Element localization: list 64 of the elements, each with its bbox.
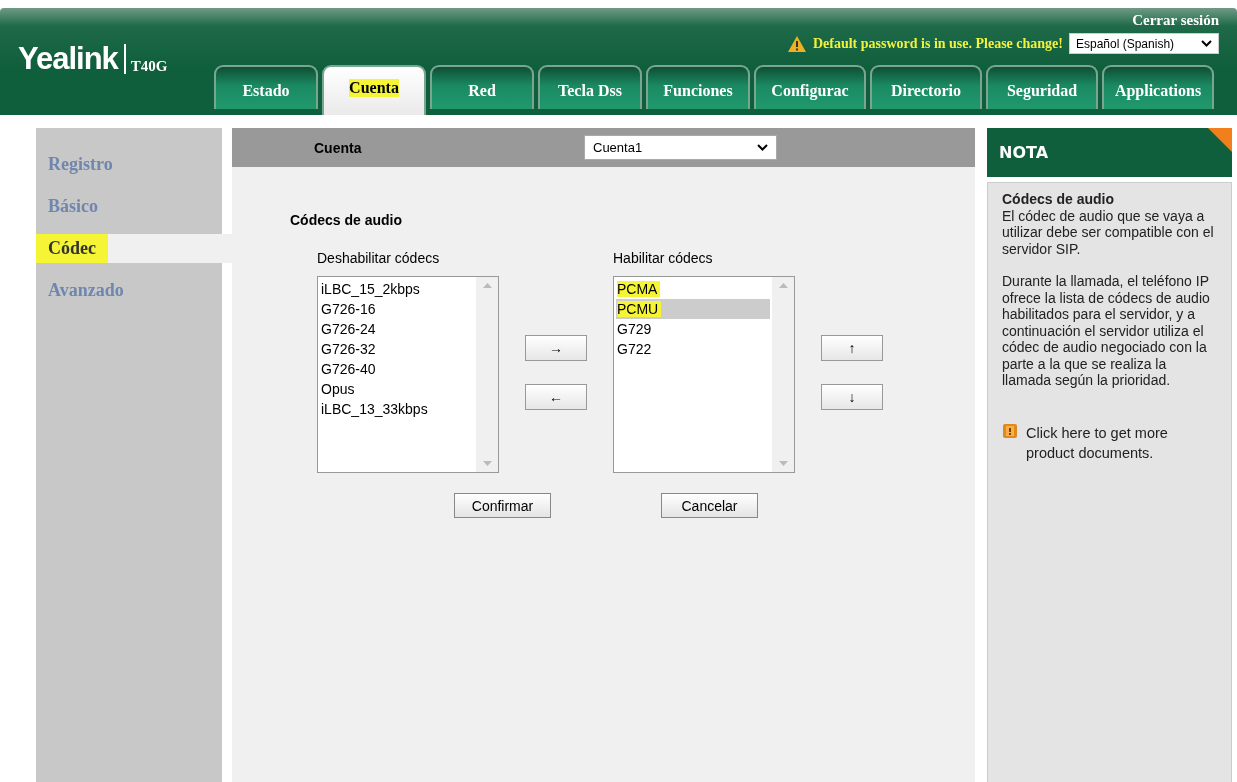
list-option[interactable]: G722 (616, 339, 770, 359)
nav-tab[interactable]: Cuenta (322, 65, 426, 115)
note-heading: Códecs de audio (1002, 191, 1116, 208)
account-select[interactable]: Cuenta1 (584, 135, 777, 160)
list-option[interactable]: iLBC_15_2kbps (320, 279, 474, 299)
nav-tab[interactable]: Configurac (754, 65, 866, 109)
documents-link[interactable]: Click here to get more product documents. (1026, 422, 1217, 463)
nav-tab[interactable]: Estado (214, 65, 318, 109)
scroll-down-icon[interactable] (482, 461, 492, 466)
option-highlight: G729 (617, 321, 652, 337)
list-option[interactable]: Opus (320, 379, 474, 399)
note-title: NOTA (999, 143, 1049, 162)
chevron-down-icon (1201, 40, 1212, 47)
codec-listbox[interactable]: iLBC_15_2kbps G726-16 G726-24 G726-32 G726-40 Opus iLBC_13_33kbps (317, 276, 499, 473)
logo: Yealink T40G (18, 44, 168, 74)
list-option[interactable]: G726-24 (320, 319, 474, 339)
list-option[interactable]: PCMU (616, 299, 770, 319)
option-highlight: PCMA (617, 281, 661, 297)
order-button[interactable]: ↓ (821, 384, 883, 410)
list-label: Habilitar códecs (613, 250, 714, 266)
nav-tab[interactable]: Directorio (870, 65, 982, 109)
warning-icon (786, 34, 807, 53)
list-option[interactable]: iLBC_13_33kbps (320, 399, 474, 419)
nav-tab[interactable]: Seguridad (986, 65, 1098, 109)
list-option[interactable]: G729 (616, 319, 770, 339)
option-highlight: G726-24 (321, 321, 376, 337)
scroll-up-icon[interactable] (482, 283, 492, 288)
list-label: Deshabilitar códecs (317, 250, 441, 266)
list-option[interactable]: G726-16 (320, 299, 474, 319)
scroll-down-icon[interactable] (778, 461, 788, 466)
nav-tab[interactable]: Tecla Dss (538, 65, 642, 109)
option-highlight: PCMU (617, 301, 662, 317)
account-label: Cuenta (314, 139, 363, 156)
option-highlight: iLBC_13_33kbps (321, 401, 428, 417)
move-button[interactable]: → (525, 335, 587, 361)
list-option[interactable]: G726-32 (320, 339, 474, 359)
list-option[interactable]: G726-40 (320, 359, 474, 379)
corner-fold-icon (1208, 128, 1232, 152)
codec-listbox[interactable]: PCMA PCMU G729 G722 (613, 276, 795, 473)
chevron-down-icon (757, 144, 768, 151)
move-button[interactable]: ← (525, 384, 587, 410)
nav-tab[interactable]: Applications (1102, 65, 1214, 109)
scrollbar[interactable] (476, 277, 498, 472)
option-highlight: G726-40 (321, 361, 376, 377)
warning-text: Default password is in use. Please change! (812, 35, 1063, 52)
language-select[interactable]: Español (Spanish) (1069, 33, 1219, 54)
option-highlight: G722 (617, 341, 652, 357)
logout-link[interactable]: Cerrar sesión (1132, 12, 1219, 29)
order-button[interactable]: ↑ (821, 335, 883, 361)
option-highlight: Opus (321, 381, 355, 397)
action-button[interactable]: Cancelar (661, 493, 758, 518)
option-highlight: G726-32 (321, 341, 376, 357)
note-paragraph: El códec de audio que se vaya a utilizar debe ser compatible con el servidor SIP. (1002, 207, 1215, 257)
scrollbar[interactable] (772, 277, 794, 472)
scroll-up-icon[interactable] (778, 283, 788, 288)
note-paragraph: Durante la llamada, el teléfono IP ofrece la lista de códecs de audio habilitados para el servidor, y a continuación el servidor utiliza el códec de audio negociado con la parte a la que se realiza la llamada según la prioridad. (1002, 273, 1211, 389)
list-option[interactable]: PCMA (616, 279, 770, 299)
section-title: Códecs de audio (290, 212, 404, 228)
action-button[interactable]: Confirmar (454, 493, 551, 518)
sidebar-item[interactable]: Códec (36, 234, 108, 263)
nav-tab[interactable]: Red (430, 65, 534, 109)
option-highlight: G726-16 (321, 301, 376, 317)
option-highlight: iLBC_15_2kbps (321, 281, 420, 297)
nav-tab[interactable]: Funciones (646, 65, 750, 109)
